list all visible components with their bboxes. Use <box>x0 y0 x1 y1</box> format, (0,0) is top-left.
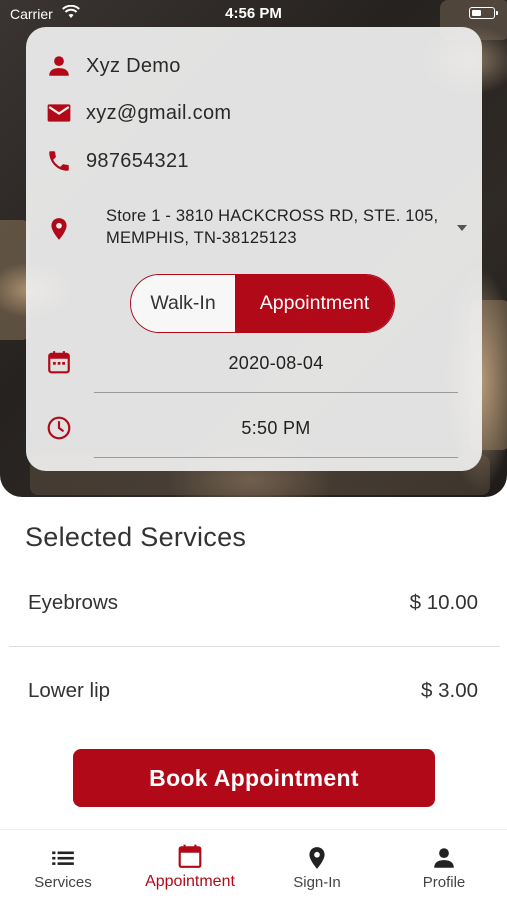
calendar-icon <box>48 351 70 374</box>
tab-label: Appointment <box>145 873 235 890</box>
status-time: 4:56 PM <box>225 5 282 22</box>
dropdown-arrow-icon[interactable] <box>456 224 468 232</box>
phone-icon <box>49 151 69 171</box>
tab-bar: Services Appointment Sign-In Profile <box>0 829 507 900</box>
location-pin-icon <box>309 847 325 869</box>
customer-email: xyz@gmail.com <box>86 102 232 124</box>
calendar-icon <box>178 844 202 868</box>
time-field[interactable]: 5:50 PM <box>94 418 458 439</box>
tab-services[interactable]: Services <box>0 830 126 900</box>
tab-label: Services <box>34 874 92 891</box>
date-field-underline <box>94 392 458 393</box>
selected-services-title: Selected Services <box>25 522 247 552</box>
tab-profile[interactable]: Profile <box>381 830 507 900</box>
list-icon <box>52 851 74 865</box>
booking-details-card: Xyz Demo xyz@gmail.com 987654321 Store 1… <box>26 27 482 471</box>
location-pin-icon <box>51 218 67 240</box>
date-field[interactable]: 2020-08-04 <box>94 353 458 374</box>
tab-label: Profile <box>422 874 466 891</box>
booking-type-toggle: Walk-In Appointment <box>130 274 395 333</box>
clock-icon <box>47 416 71 440</box>
person-icon <box>49 56 69 76</box>
service-name: Eyebrows <box>28 591 119 614</box>
service-divider <box>9 646 500 647</box>
book-appointment-button[interactable]: Book Appointment <box>73 749 435 807</box>
email-icon <box>47 104 71 122</box>
service-price: $ 3.00 <box>421 679 478 702</box>
tab-label: Sign-In <box>293 874 341 891</box>
time-field-underline <box>94 457 458 458</box>
customer-name: Xyz Demo <box>86 55 181 77</box>
status-bar: Carrier 4:56 PM <box>0 0 507 28</box>
service-name: Lower lip <box>28 679 111 702</box>
tab-appointment[interactable]: Appointment <box>127 830 253 900</box>
battery-icon <box>469 7 498 19</box>
store-select[interactable]: Store 1 - 3810 HACKCROSS RD, STE. 105, M… <box>106 205 451 249</box>
customer-phone: 987654321 <box>86 150 189 172</box>
tab-sign-in[interactable]: Sign-In <box>254 830 380 900</box>
walk-in-option[interactable]: Walk-In <box>131 275 235 332</box>
service-price: $ 10.00 <box>409 591 478 614</box>
appointment-option[interactable]: Appointment <box>235 275 394 332</box>
person-icon <box>434 848 454 868</box>
